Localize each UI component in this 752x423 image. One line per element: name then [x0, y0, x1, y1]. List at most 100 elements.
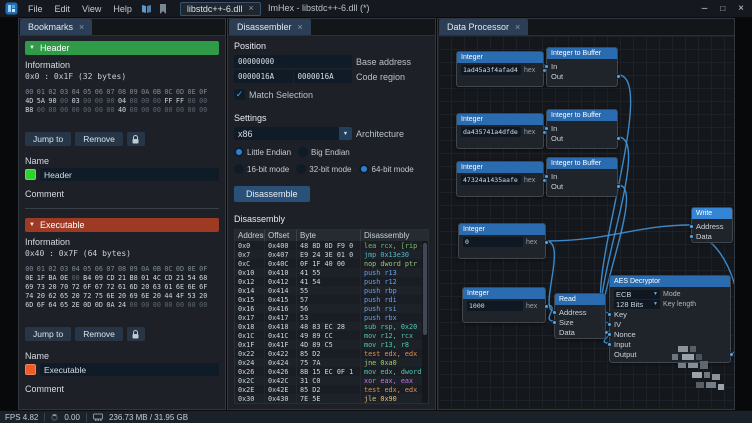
- close-icon[interactable]: [298, 23, 303, 32]
- bookmark-header[interactable]: Executable: [25, 218, 219, 232]
- node-value-input[interactable]: [461, 127, 521, 137]
- scrollbar-thumb[interactable]: [423, 243, 427, 335]
- input-pin[interactable]: [689, 234, 694, 239]
- node-value-input[interactable]: [461, 65, 521, 75]
- jump-to-button[interactable]: Jump to: [25, 132, 71, 146]
- disassembly-row[interactable]: 0x1C0x41C49 89 CCmov r12, rcx: [235, 331, 428, 340]
- column-byte[interactable]: Byte: [297, 230, 361, 241]
- bookmark-icon[interactable]: [156, 3, 171, 15]
- disassembly-row[interactable]: 0x320x43283 EA 01sub edx, 1: [235, 403, 428, 404]
- node-integer-3[interactable]: Integer hex: [456, 161, 544, 197]
- remove-button[interactable]: Remove: [75, 327, 123, 341]
- disassembly-row[interactable]: 0x140x41455push rbp: [235, 286, 428, 295]
- disassembly-row[interactable]: 0x260x4268B 15 EC 0F 1mov edx, dword ptr…: [235, 367, 428, 376]
- column-offset[interactable]: Offset: [265, 230, 297, 241]
- maximize-button[interactable]: [720, 2, 725, 15]
- disassembly-row[interactable]: 0xC0x40C0F 1F 40 00nop dword ptr [rax]: [235, 259, 428, 268]
- close-icon[interactable]: [515, 23, 520, 32]
- disassembly-row[interactable]: 0x220x42285 D2test edx, edx: [235, 349, 428, 358]
- key-length-select[interactable]: 128 Bits: [614, 300, 660, 309]
- node-integer-to-buffer-2[interactable]: Integer to Buffer In Out: [546, 109, 618, 149]
- bookmark-header[interactable]: Header: [25, 41, 219, 55]
- input-pin[interactable]: [552, 310, 557, 315]
- book-icon[interactable]: [139, 3, 154, 15]
- node-write[interactable]: Write Address Data: [691, 207, 733, 243]
- tab-bookmarks[interactable]: Bookmarks: [20, 19, 92, 35]
- output-pin[interactable]: [616, 74, 621, 79]
- disassembly-row[interactable]: 0x70x407E9 24 3E 01 0jmp 0x13e30: [235, 250, 428, 259]
- base-address-input[interactable]: [234, 55, 352, 68]
- node-value-input[interactable]: [461, 175, 521, 185]
- disassemble-button[interactable]: Disassemble: [234, 186, 310, 202]
- input-pin[interactable]: [552, 320, 557, 325]
- disassembly-row[interactable]: 0x300x4307E 5Ejle 0x90: [235, 394, 428, 403]
- output-pin[interactable]: [616, 136, 621, 141]
- close-icon[interactable]: [248, 4, 253, 13]
- output-pin[interactable]: [544, 240, 549, 245]
- disassembly-row[interactable]: 0x1F0x41F4D 89 C5mov r13, r8: [235, 340, 428, 349]
- input-pin[interactable]: [544, 174, 549, 179]
- radio-little-endian[interactable]: [234, 147, 244, 157]
- chevron-down-icon[interactable]: [653, 292, 658, 297]
- tab-data-processor[interactable]: Data Processor: [439, 19, 528, 35]
- architecture-select[interactable]: x86: [234, 127, 352, 140]
- lock-button[interactable]: [127, 132, 145, 146]
- radio-16-bit-mode[interactable]: [234, 164, 244, 174]
- file-tab[interactable]: libstdc++-6.dll: [180, 2, 261, 16]
- node-value-input[interactable]: [463, 237, 523, 247]
- disassembly-row[interactable]: 0x240x42475 7Ajne 0xa0: [235, 358, 428, 367]
- column-disassembly[interactable]: Disassembly: [361, 230, 428, 241]
- bookmark-name-input[interactable]: [40, 168, 219, 181]
- input-pin[interactable]: [544, 64, 549, 69]
- menu-view[interactable]: View: [76, 2, 107, 16]
- disassembly-row[interactable]: 0x00x40048 8D 0D F9 0lea rcx, [rip + 0x1…: [235, 241, 428, 250]
- disassembly-row[interactable]: 0x150x41557push rdi: [235, 295, 428, 304]
- mode-select[interactable]: ECB: [614, 290, 660, 299]
- chevron-down-icon[interactable]: [339, 127, 352, 140]
- input-pin[interactable]: [607, 332, 612, 337]
- output-pin[interactable]: [616, 184, 621, 189]
- disassembly-row[interactable]: 0x2E0x42E85 D2test edx, edx: [235, 385, 428, 394]
- tab-disassembler[interactable]: Disassembler: [229, 19, 311, 35]
- lock-button[interactable]: [127, 327, 145, 341]
- remove-button[interactable]: Remove: [75, 132, 123, 146]
- node-integer-4[interactable]: Integer hex: [458, 223, 546, 259]
- disassembly-row[interactable]: 0x170x41753push rbx: [235, 313, 428, 322]
- input-pin[interactable]: [607, 322, 612, 327]
- bookmark-name-input[interactable]: [40, 363, 219, 376]
- jump-to-button[interactable]: Jump to: [25, 327, 71, 341]
- disassembly-row[interactable]: 0x180x41848 83 EC 28sub rsp, 0x20: [235, 322, 428, 331]
- menu-help[interactable]: Help: [107, 2, 138, 16]
- input-pin[interactable]: [607, 342, 612, 347]
- radio-64-bit-mode[interactable]: [359, 164, 369, 174]
- scrollbar[interactable]: [422, 241, 428, 403]
- minimize-button[interactable]: [702, 2, 708, 15]
- disassembly-row[interactable]: 0x160x41656push rsi: [235, 304, 428, 313]
- output-pin[interactable]: [544, 304, 549, 309]
- node-integer-2[interactable]: Integer hex: [456, 113, 544, 149]
- node-integer-to-buffer-3[interactable]: Integer to Buffer In Out: [546, 157, 618, 197]
- chevron-down-icon[interactable]: [653, 302, 658, 307]
- disassembly-row[interactable]: 0x2C0x42C31 C0xor eax, eax: [235, 376, 428, 385]
- node-editor-canvas[interactable]: Integer hex Integer to Buffer In Out Int…: [438, 36, 734, 409]
- code-region-end-input[interactable]: [294, 70, 353, 83]
- disassembly-row[interactable]: 0x120x41241 54push r12: [235, 277, 428, 286]
- code-region-start-input[interactable]: [234, 70, 293, 83]
- node-integer-1[interactable]: Integer hex: [456, 51, 544, 87]
- column-address[interactable]: Address: [235, 230, 265, 241]
- bookmark-color-swatch[interactable]: [25, 169, 36, 180]
- bookmark-color-swatch[interactable]: [25, 364, 36, 375]
- node-value-input[interactable]: [467, 301, 523, 311]
- radio-big-endian[interactable]: [298, 147, 308, 157]
- input-pin[interactable]: [689, 224, 694, 229]
- node-integer-to-buffer-1[interactable]: Integer to Buffer In Out: [546, 47, 618, 87]
- menu-file[interactable]: File: [22, 2, 49, 16]
- input-pin[interactable]: [544, 126, 549, 131]
- radio-32-bit-mode[interactable]: [296, 164, 306, 174]
- close-button[interactable]: [738, 2, 744, 15]
- close-icon[interactable]: [79, 23, 84, 32]
- menu-edit[interactable]: Edit: [49, 2, 77, 16]
- disassembly-row[interactable]: 0x100x41041 55push r13: [235, 268, 428, 277]
- node-read[interactable]: Read Address Size Data: [554, 293, 606, 339]
- input-pin[interactable]: [607, 312, 612, 317]
